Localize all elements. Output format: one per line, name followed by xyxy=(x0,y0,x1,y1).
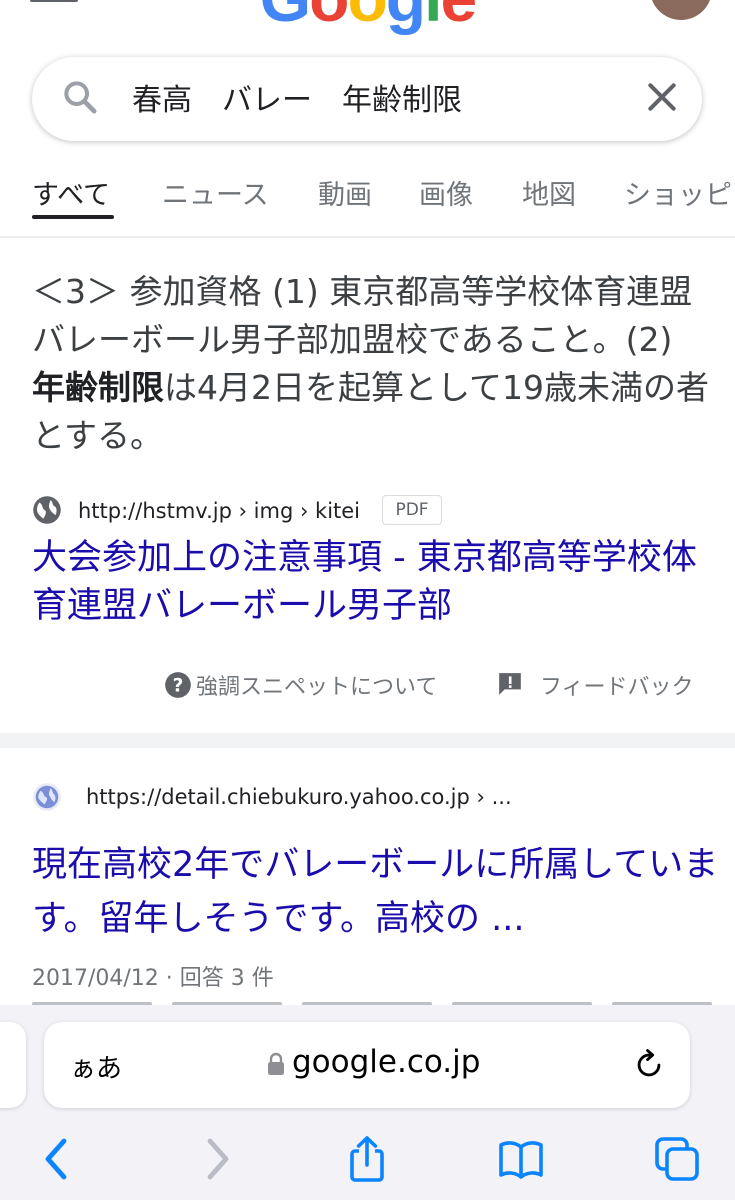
back-icon[interactable] xyxy=(34,1135,82,1183)
globe-icon xyxy=(33,783,61,811)
divider xyxy=(0,236,735,238)
lock-icon xyxy=(268,1052,284,1075)
tab-shopping[interactable]: ショッピ xyxy=(624,173,732,212)
result-source[interactable]: http://hstmv.jp › img › kitei PDF xyxy=(32,495,712,527)
pdf-badge: PDF xyxy=(382,495,442,525)
result-title-link[interactable]: 大会参加上の注意事項 - 東京都高等学校体育連盟バレーボール男子部 xyxy=(32,534,722,630)
tab-videos[interactable]: 動画 xyxy=(318,173,372,212)
active-tab-indicator xyxy=(32,215,114,219)
tab-images[interactable]: 画像 xyxy=(419,173,473,212)
logo-letter: o xyxy=(309,0,349,35)
result-meta: 2017/04/12 · 回答 3 件 xyxy=(32,966,274,991)
logo-letter: G xyxy=(260,0,311,35)
google-logo[interactable]: Google xyxy=(0,0,735,36)
result-url[interactable]: http://hstmv.jp › img › kitei xyxy=(78,495,360,527)
snippet-highlight: 年齢制限 xyxy=(32,368,164,407)
search-box[interactable]: 春高 バレー 年齢制限 xyxy=(32,57,702,141)
logo-letter: e xyxy=(440,0,477,35)
forward-icon[interactable] xyxy=(192,1135,240,1183)
share-icon[interactable] xyxy=(343,1135,391,1183)
close-icon[interactable] xyxy=(642,77,682,117)
help-icon[interactable]: ? xyxy=(164,671,192,699)
search-input[interactable]: 春高 バレー 年齢制限 xyxy=(132,75,462,119)
card-separator xyxy=(0,733,735,748)
tab-news[interactable]: ニュース xyxy=(162,173,269,212)
logo-letter: g xyxy=(386,0,426,35)
result-url[interactable]: https://detail.chiebukuro.yahoo.co.jp › … xyxy=(86,780,512,814)
previous-tab-preview[interactable] xyxy=(0,1022,26,1108)
logo-letter: o xyxy=(347,0,387,35)
tabs-icon[interactable] xyxy=(653,1135,701,1183)
reload-icon[interactable] xyxy=(632,1048,666,1082)
svg-text:?: ? xyxy=(173,675,184,696)
address-bar[interactable]: ぁあ google.co.jp xyxy=(44,1022,690,1108)
logo-letter: l xyxy=(424,0,442,35)
snippet-text: ＜3＞ 参加資格 (1) 東京都高等学校体育連盟バレーボール男子部加盟校であるこ… xyxy=(32,272,693,359)
url-display[interactable]: google.co.jp xyxy=(292,1044,480,1080)
feedback-icon[interactable] xyxy=(497,671,523,697)
tab-maps[interactable]: 地図 xyxy=(522,173,576,212)
feedback-link[interactable]: フィードバック xyxy=(540,669,694,701)
snippet-footer: ? 強調スニペットについて フィードバック xyxy=(0,667,735,703)
result-source[interactable]: https://detail.chiebukuro.yahoo.co.jp › … xyxy=(32,780,722,814)
search-icon[interactable] xyxy=(60,77,100,117)
result-title-link[interactable]: 現在高校2年でバレーボールに所属しています。留年しそうです。高校の ... xyxy=(32,838,722,946)
featured-snippet-text: ＜3＞ 参加資格 (1) 東京都高等学校体育連盟バレーボール男子部加盟校であるこ… xyxy=(32,268,712,460)
about-snippets-link[interactable]: 強調スニペットについて xyxy=(196,669,437,701)
globe-icon xyxy=(33,496,61,524)
page-settings-button[interactable]: ぁあ xyxy=(70,1048,122,1085)
tab-all[interactable]: すべて xyxy=(32,173,110,212)
bookmarks-icon[interactable] xyxy=(497,1135,545,1183)
